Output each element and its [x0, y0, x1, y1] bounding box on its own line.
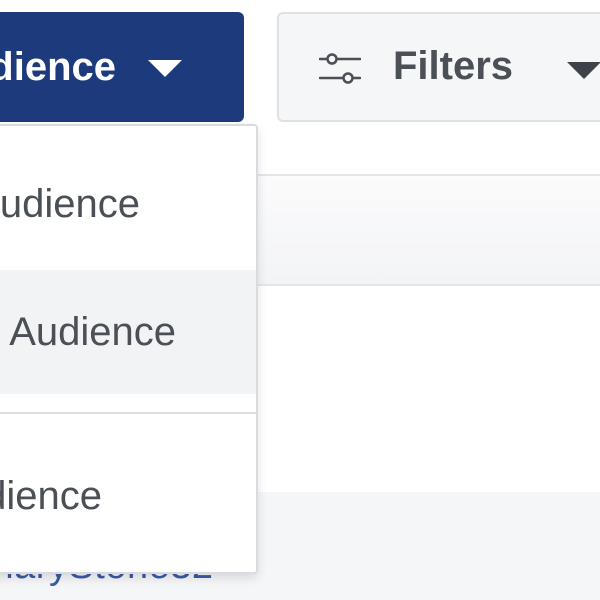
menu-divider	[0, 412, 256, 414]
audience-dropdown-button[interactable]: Audience	[0, 12, 244, 122]
audience-menu-item[interactable]: Audience	[0, 146, 256, 270]
audience-menu-item-hovered[interactable]: Audience	[0, 270, 256, 394]
audience-menu-item-label: Audience	[0, 474, 102, 518]
audience-menu-item-label: Audience	[0, 182, 140, 226]
sliders-icon	[319, 53, 361, 84]
page: maryStone32 Audience Filters Audience Au…	[0, 0, 600, 600]
filters-button[interactable]: Filters	[277, 12, 600, 122]
chevron-down-icon	[567, 62, 600, 79]
chevron-down-icon	[148, 60, 182, 77]
audience-menu-item-label: Audience	[9, 310, 176, 354]
audience-button-label: Audience	[0, 44, 116, 89]
filters-button-label: Filters	[393, 44, 514, 88]
audience-dropdown-menu: Audience Audience Audience	[0, 124, 258, 574]
audience-menu-item[interactable]: Audience	[0, 432, 256, 556]
